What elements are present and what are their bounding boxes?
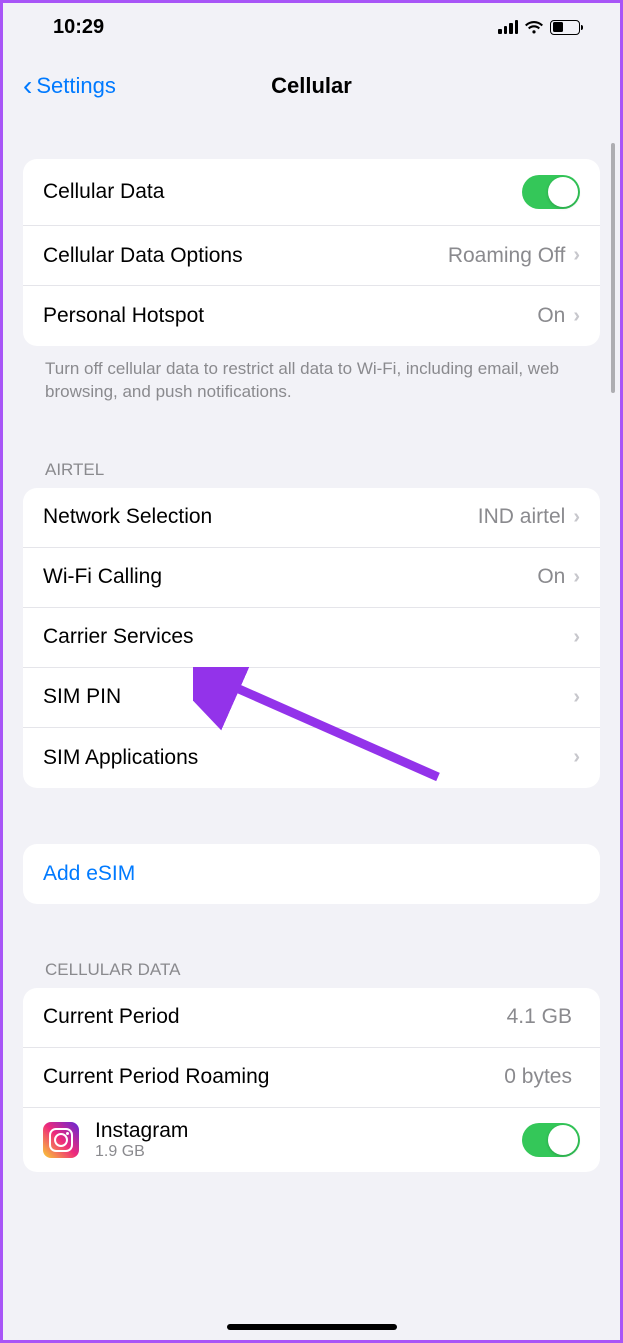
back-label: Settings — [36, 73, 116, 99]
group-footer: Turn off cellular data to restrict all d… — [23, 346, 600, 404]
cellular-signal-icon — [498, 20, 518, 34]
row-value: On — [537, 565, 565, 589]
instagram-row[interactable]: Instagram 1.9 GB — [23, 1108, 600, 1172]
airtel-group: Network Selection IND airtel › Wi-Fi Cal… — [23, 488, 600, 788]
personal-hotspot-row[interactable]: Personal Hotspot On › — [23, 286, 600, 346]
cellular-data-row[interactable]: Cellular Data — [23, 159, 600, 226]
battery-icon — [550, 20, 580, 35]
wifi-calling-row[interactable]: Wi-Fi Calling On › — [23, 548, 600, 608]
chevron-left-icon: ‹ — [23, 72, 32, 100]
chevron-right-icon: › — [573, 244, 580, 267]
row-label: Current Period — [43, 1005, 507, 1029]
back-button[interactable]: ‹ Settings — [23, 72, 116, 100]
nav-bar: ‹ Settings Cellular — [3, 51, 620, 121]
page-title: Cellular — [271, 73, 352, 99]
cellular-data-options-row[interactable]: Cellular Data Options Roaming Off › — [23, 226, 600, 286]
carrier-services-row[interactable]: Carrier Services › — [23, 608, 600, 668]
row-value: IND airtel — [478, 505, 566, 529]
row-label: Network Selection — [43, 505, 478, 529]
status-icons — [498, 20, 580, 35]
row-value: 4.1 GB — [507, 1005, 572, 1029]
chevron-right-icon: › — [573, 305, 580, 328]
status-time: 10:29 — [53, 16, 104, 39]
sim-applications-row[interactable]: SIM Applications › — [23, 728, 600, 788]
cellular-data-toggle[interactable] — [522, 175, 580, 209]
row-label: Cellular Data Options — [43, 244, 448, 268]
airtel-header: AIRTEL — [23, 460, 600, 488]
scroll-indicator[interactable] — [611, 143, 615, 393]
current-period-roaming-row[interactable]: Current Period Roaming 0 bytes — [23, 1048, 600, 1108]
row-value: 0 bytes — [504, 1065, 572, 1089]
chevron-right-icon: › — [573, 746, 580, 769]
row-label: SIM Applications — [43, 746, 573, 770]
app-size: 1.9 GB — [95, 1143, 522, 1161]
row-value: Roaming Off — [448, 244, 566, 268]
add-esim-row[interactable]: Add eSIM — [23, 844, 600, 904]
instagram-toggle[interactable] — [522, 1123, 580, 1157]
wifi-icon — [524, 20, 544, 35]
current-period-row[interactable]: Current Period 4.1 GB — [23, 988, 600, 1048]
row-label: Cellular Data — [43, 180, 522, 204]
row-value: On — [537, 304, 565, 328]
sim-pin-row[interactable]: SIM PIN › — [23, 668, 600, 728]
instagram-icon — [43, 1122, 79, 1158]
network-selection-row[interactable]: Network Selection IND airtel › — [23, 488, 600, 548]
home-indicator[interactable] — [227, 1324, 397, 1330]
row-label: Personal Hotspot — [43, 304, 537, 328]
row-label: SIM PIN — [43, 685, 573, 709]
cellular-main-group: Cellular Data Cellular Data Options Roam… — [23, 159, 600, 346]
cellular-data-group: Current Period 4.1 GB Current Period Roa… — [23, 988, 600, 1172]
row-label: Wi-Fi Calling — [43, 565, 537, 589]
app-name: Instagram — [95, 1119, 522, 1143]
chevron-right-icon: › — [573, 626, 580, 649]
chevron-right-icon: › — [573, 686, 580, 709]
status-bar: 10:29 — [3, 3, 620, 51]
row-label: Carrier Services — [43, 625, 573, 649]
row-label: Current Period Roaming — [43, 1065, 504, 1089]
chevron-right-icon: › — [573, 566, 580, 589]
esim-group: Add eSIM — [23, 844, 600, 904]
cellular-data-header: CELLULAR DATA — [23, 960, 600, 988]
row-label: Add eSIM — [43, 862, 580, 886]
chevron-right-icon: › — [573, 506, 580, 529]
